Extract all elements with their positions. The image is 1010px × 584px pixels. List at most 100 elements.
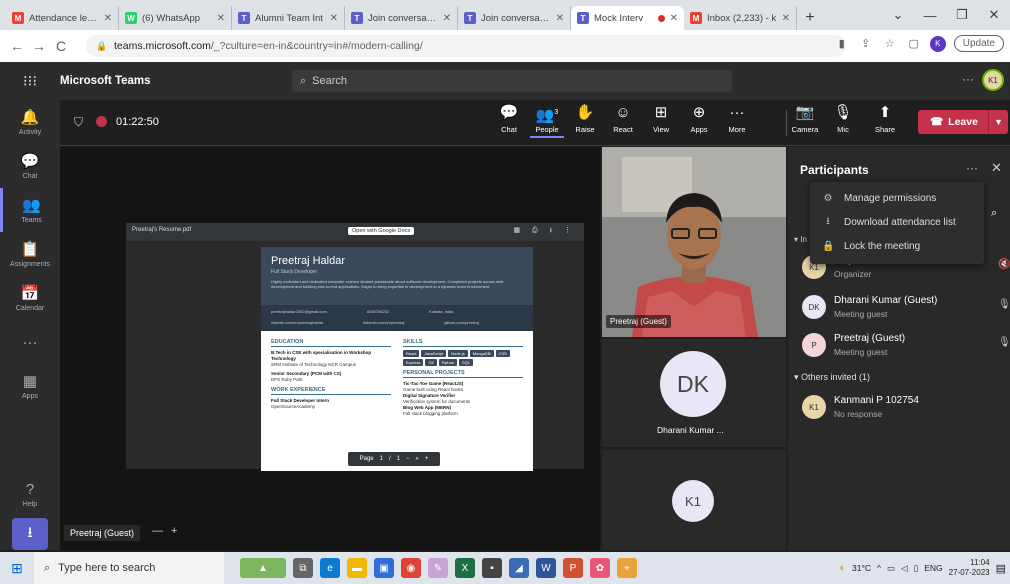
more-icon[interactable]: ··· — [966, 161, 978, 175]
network-icon[interactable]: ▭ — [887, 563, 895, 574]
store-icon[interactable]: ▣ — [374, 558, 394, 578]
new-tab-button[interactable]: + — [797, 6, 823, 30]
clock[interactable]: 11:04 27-07-2023 — [949, 558, 990, 578]
widgets-icon[interactable]: ▲ — [240, 558, 286, 578]
in-meeting-section[interactable]: ▾ In — [794, 235, 807, 244]
file-explorer-icon[interactable]: ▬ — [347, 558, 367, 578]
windows-start-icon[interactable]: ⊞ — [0, 560, 34, 577]
download-icon[interactable]: ⭳ — [12, 518, 48, 550]
minimize-icon[interactable]: — — [914, 8, 946, 23]
close-icon[interactable]: ✕ — [217, 13, 225, 24]
paint-icon[interactable]: ✎ — [428, 558, 448, 578]
leave-options-chevron-icon[interactable]: ▼ — [988, 110, 1008, 134]
window-close-icon[interactable]: ✕ — [978, 7, 1010, 23]
react-button[interactable]: ☺ React — [606, 104, 640, 134]
close-icon[interactable]: ✕ — [782, 13, 790, 24]
powerpoint-icon[interactable]: P — [563, 558, 583, 578]
close-icon[interactable]: ✕ — [330, 13, 338, 24]
profile-avatar[interactable]: K — [929, 35, 946, 52]
chrome-icon[interactable]: ◉ — [401, 558, 421, 578]
search-placeholder: Type here to search — [58, 562, 156, 574]
close-icon[interactable]: ✕ — [556, 13, 564, 24]
language-indicator[interactable]: ENG — [924, 563, 942, 573]
taskbar-search-input[interactable]: ⌕ Type here to search — [34, 552, 224, 584]
tab-search-icon[interactable]: ⌄ — [882, 7, 914, 23]
edge-icon[interactable]: e — [320, 558, 340, 578]
app-launcher-icon[interactable]: ⁝⁝⁝ — [0, 72, 60, 90]
app-icon[interactable]: ✿ — [590, 558, 610, 578]
menu-item-download-attendance[interactable]: ⭳ Download attendance list — [810, 210, 984, 234]
close-icon[interactable]: ✕ — [104, 13, 112, 24]
volume-icon[interactable]: ◁ — [901, 563, 908, 574]
browser-tab[interactable]: M Attendance lesson ✕ — [6, 6, 119, 30]
browser-tab[interactable]: T Join conversation ✕ — [458, 6, 571, 30]
menu-label: Manage permissions — [844, 192, 937, 204]
rail-item-assignments[interactable]: 📋 Assignments — [0, 232, 60, 276]
chat-button[interactable]: 💬 Chat — [492, 104, 526, 134]
camera-permission-icon[interactable]: ▮ — [834, 37, 850, 50]
battery-icon[interactable]: ▯ — [914, 563, 919, 574]
participant-row[interactable]: K1 Kanmani P 102754 No response — [802, 391, 1002, 425]
search-input[interactable]: ⌕ Search — [292, 70, 732, 92]
excel-icon[interactable]: X — [455, 558, 475, 578]
video-tile-preetraj[interactable]: Preetraj (Guest) — [602, 147, 786, 337]
word-icon[interactable]: W — [536, 558, 556, 578]
participant-row[interactable]: DK Dharani Kumar (Guest) Meeting guest 🎙 — [802, 291, 1010, 325]
others-invited-section[interactable]: ▾ Others invited (1) — [794, 372, 870, 383]
search-icon[interactable]: ⌕ — [991, 207, 997, 220]
forward-icon[interactable]: → — [28, 38, 50, 54]
browser-tab[interactable]: T Join conversation ✕ — [345, 6, 458, 30]
more-button[interactable]: ··· More — [720, 104, 754, 134]
browser-tab[interactable]: T Alumni Team Int ✕ — [232, 6, 345, 30]
view-button[interactable]: ⊞ View — [644, 104, 678, 134]
rail-item-chat[interactable]: 💬 Chat — [0, 144, 60, 188]
terminal-icon[interactable]: ▪ — [482, 558, 502, 578]
shield-icon[interactable]: ⛉ — [74, 115, 83, 130]
presenter-zoom-controls[interactable]: —+ — [152, 525, 185, 537]
maps-icon[interactable]: ⌖ — [617, 558, 637, 578]
close-icon[interactable]: ✕ — [991, 160, 1002, 176]
resume-role: Full Stack Developer — [271, 269, 318, 275]
url-bar[interactable]: 🔒 teams.microsoft.com/_?culture=en-in&co… — [86, 35, 846, 57]
rail-item-activity[interactable]: 🔔 Activity — [0, 100, 60, 144]
browser-tab-active[interactable]: T Mock Interv ✕ — [571, 6, 684, 30]
task-view-icon[interactable]: ⧉ — [293, 558, 313, 578]
back-icon[interactable]: ← — [6, 38, 28, 54]
lock-icon[interactable]: 🔒 — [96, 41, 107, 52]
rail-item-calendar[interactable]: 📅 Calendar — [0, 276, 60, 320]
rail-item-more[interactable]: ··· — [0, 320, 60, 364]
camera-button[interactable]: 📷 Camera — [788, 104, 822, 134]
chevron-up-icon[interactable]: ^ — [877, 563, 881, 573]
restore-icon[interactable]: ❐ — [946, 7, 978, 23]
search-icon: ⌕ — [300, 74, 307, 87]
raise-hand-button[interactable]: ✋ Raise — [568, 104, 602, 134]
mic-button[interactable]: 🎙 Mic — [826, 104, 860, 134]
rail-item-help[interactable]: ? Help — [0, 472, 60, 516]
people-button[interactable]: 👥3 People — [530, 104, 564, 138]
rail-item-teams[interactable]: 👥 Teams — [0, 188, 60, 232]
menu-item-lock-meeting[interactable]: 🔒 Lock the meeting — [810, 234, 984, 258]
star-icon[interactable]: ☆ — [882, 37, 898, 50]
browser-tab[interactable]: W (6) WhatsApp ✕ — [119, 6, 232, 30]
app-icon[interactable]: ◢ — [509, 558, 529, 578]
notifications-icon[interactable]: ▤ — [996, 562, 1006, 575]
video-tile-dharani[interactable]: DK Dharani Kumar ... — [602, 339, 786, 447]
share-icon[interactable]: ⇪ — [858, 37, 874, 50]
menu-item-manage-permissions[interactable]: ⚙ Manage permissions — [810, 186, 984, 210]
weather-icon[interactable]: ◐ — [839, 562, 846, 574]
rail-item-apps[interactable]: ▦ Apps — [0, 364, 60, 408]
more-icon[interactable]: ··· — [962, 72, 974, 86]
close-icon[interactable]: ✕ — [670, 13, 678, 24]
user-avatar[interactable]: K1 — [982, 69, 1004, 91]
browser-tab[interactable]: M Inbox (2,233) - k ✕ — [684, 6, 797, 30]
update-button[interactable]: Update — [953, 35, 1004, 52]
sidepanel-icon[interactable]: ▢ — [906, 37, 922, 50]
close-icon[interactable]: ✕ — [443, 13, 451, 24]
video-tile-k1[interactable]: K1 — [602, 450, 786, 550]
participant-row[interactable]: P Preetraj (Guest) Meeting guest 🎙 — [802, 329, 1010, 363]
leave-button[interactable]: ☎ Leave — [918, 110, 990, 134]
reload-icon[interactable]: C — [50, 38, 72, 54]
share-button[interactable]: ⬆ Share — [868, 104, 902, 134]
control-label: Chat — [501, 125, 517, 134]
apps-button[interactable]: ⊕ Apps — [682, 104, 716, 134]
